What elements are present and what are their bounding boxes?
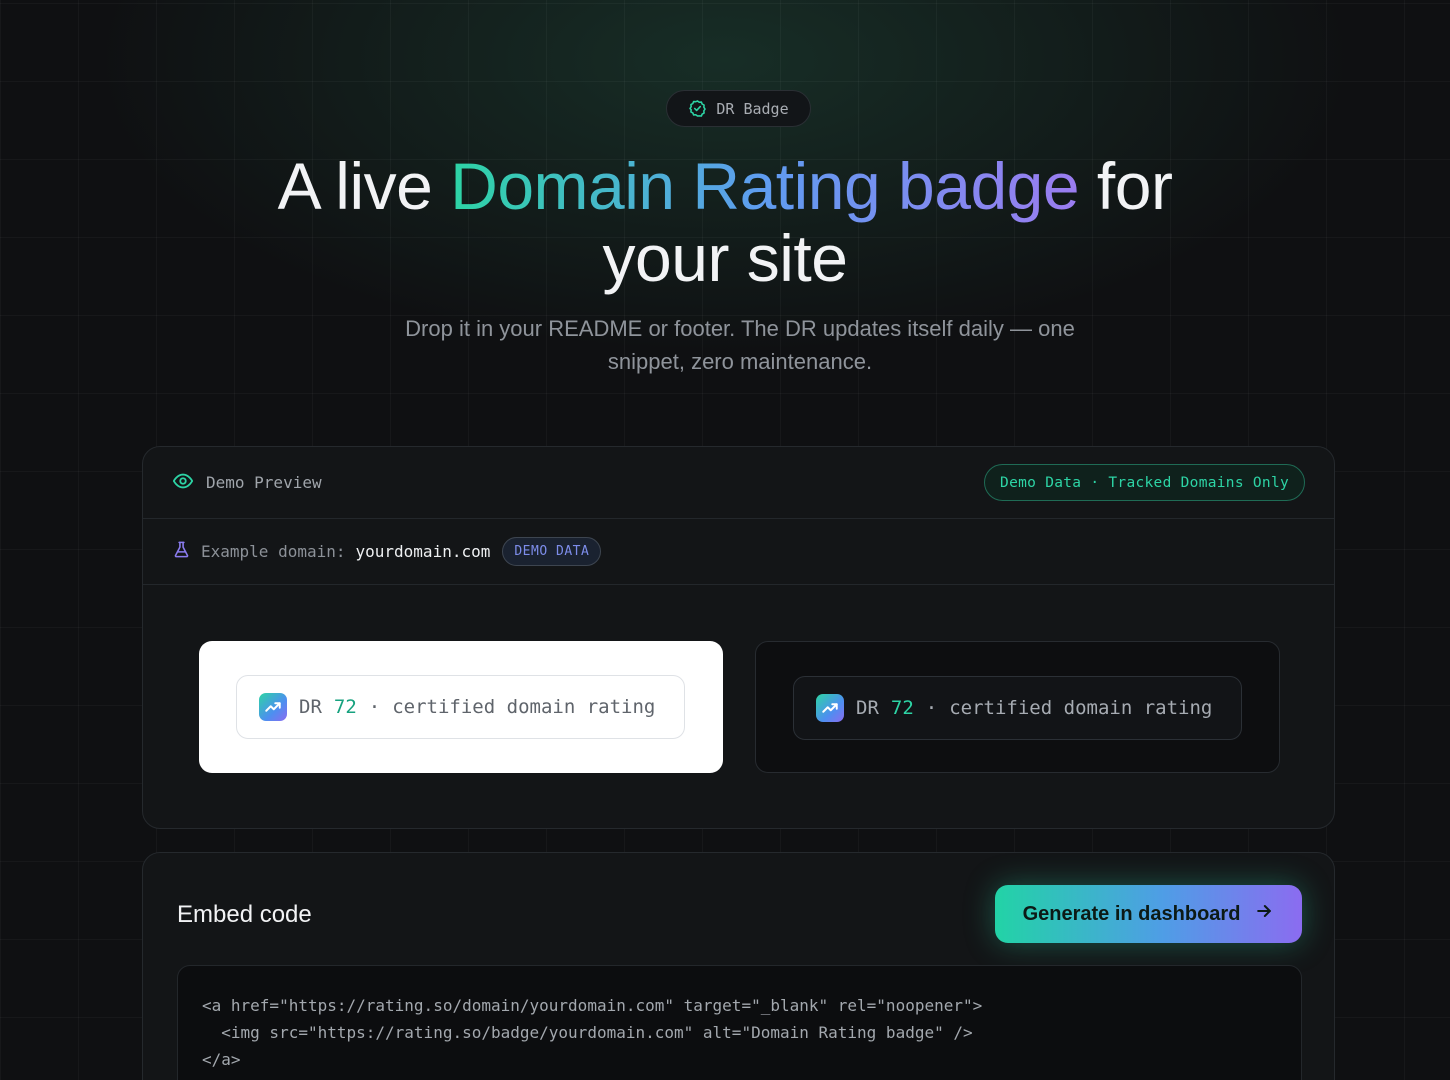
trending-up-icon xyxy=(816,694,844,722)
check-circle-icon xyxy=(688,99,707,118)
demo-data-badge: DEMO DATA xyxy=(502,537,602,566)
arrow-right-icon xyxy=(1254,901,1274,927)
title-pre: A live xyxy=(277,149,451,223)
example-domain-label: Example domain: xyxy=(201,542,346,561)
badge-text: certified domain rating xyxy=(392,696,656,718)
badge-separator: · xyxy=(925,697,938,719)
title-post: for xyxy=(1079,149,1173,223)
embed-code-card: Embed code Generate in dashboard <a href… xyxy=(142,852,1335,1080)
demo-preview-card: Demo Preview Demo Data · Tracked Domains… xyxy=(142,446,1335,829)
dr-badge-light[interactable]: DR 72 · certified domain rating xyxy=(236,675,685,739)
code-line: <img src="https://rating.so/badge/yourdo… xyxy=(202,1023,973,1042)
badge-previews: DR 72 · certified domain rating DR 72 · xyxy=(143,585,1334,828)
example-domain-value: yourdomain.com xyxy=(355,542,491,561)
dark-preview: DR 72 · certified domain rating xyxy=(755,641,1280,773)
light-preview: DR 72 · certified domain rating xyxy=(199,641,723,773)
code-line: <a href="https://rating.so/domain/yourdo… xyxy=(202,996,983,1015)
demo-preview-label: Demo Preview xyxy=(206,473,322,492)
badge-prefix: DR xyxy=(856,697,879,719)
generate-in-dashboard-button[interactable]: Generate in dashboard xyxy=(995,885,1302,943)
code-line: </a> xyxy=(202,1050,241,1069)
title-highlight: Domain Rating badge xyxy=(450,149,1080,223)
button-label: Generate in dashboard xyxy=(1022,902,1241,925)
page-subtitle: Drop it in your README or footer. The DR… xyxy=(405,316,1075,374)
trending-up-icon xyxy=(259,693,287,721)
title-line2: your site xyxy=(602,221,848,295)
demo-data-tag: Demo Data · Tracked Domains Only xyxy=(984,464,1305,501)
badge-text: certified domain rating xyxy=(949,697,1213,719)
example-domain-row: Example domain: yourdomain.com DEMO DATA xyxy=(143,519,1334,585)
page-title: A live Domain Rating badge for your site xyxy=(0,150,1450,294)
badge-value: 72 xyxy=(890,697,914,719)
demo-card-title: Demo Preview xyxy=(172,470,322,496)
flask-icon xyxy=(172,540,191,563)
embed-code-block[interactable]: <a href="https://rating.so/domain/yourdo… xyxy=(177,965,1302,1080)
embed-code-title: Embed code xyxy=(177,901,312,928)
dr-badge-dark[interactable]: DR 72 · certified domain rating xyxy=(793,676,1242,740)
eye-icon xyxy=(172,470,194,496)
badge-value: 72 xyxy=(333,696,357,718)
demo-card-header: Demo Preview Demo Data · Tracked Domains… xyxy=(143,447,1334,519)
dr-badge-pill: DR Badge xyxy=(666,90,811,127)
pill-label: DR Badge xyxy=(716,99,789,118)
badge-prefix: DR xyxy=(299,696,322,718)
page: DR Badge A live Domain Rating badge for … xyxy=(0,0,1450,1080)
badge-separator: · xyxy=(368,696,381,718)
